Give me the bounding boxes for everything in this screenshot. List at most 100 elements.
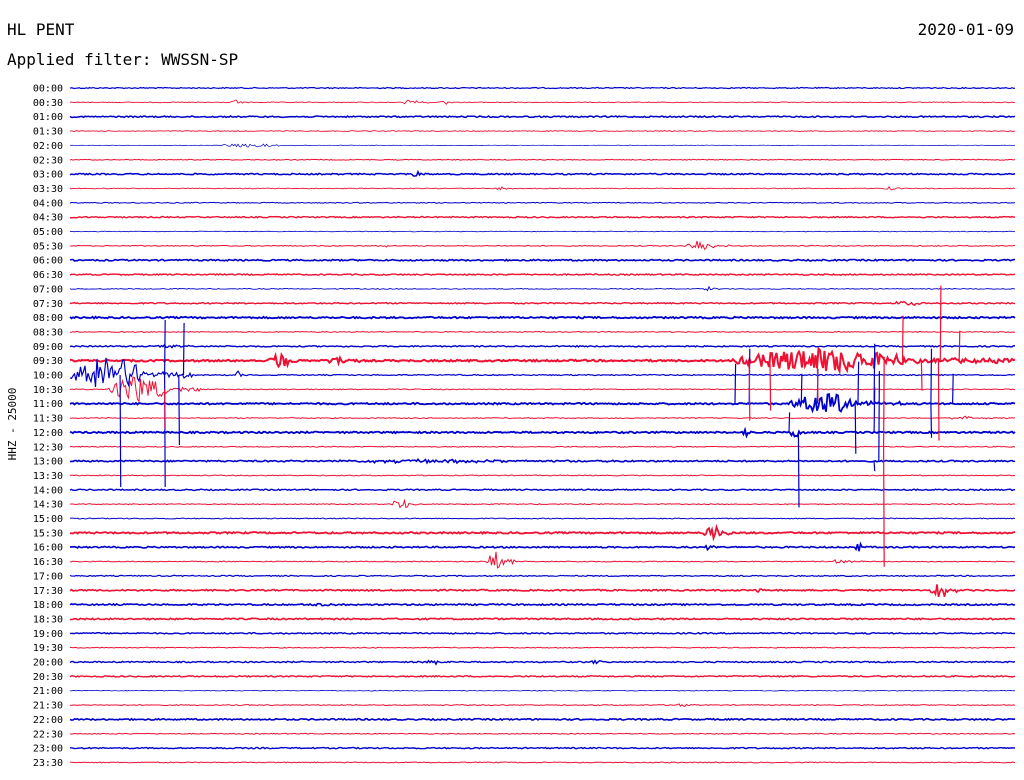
- trace-line: [69, 285, 1016, 292]
- time-tick-label: 22:00: [33, 715, 63, 726]
- trace-spike: [878, 371, 881, 462]
- trace-spike: [797, 432, 800, 508]
- trace-line: [69, 541, 1016, 552]
- trace-line: [69, 115, 1016, 119]
- time-tick-label: 06:00: [33, 256, 63, 267]
- time-tick-label: 15:30: [33, 528, 63, 539]
- trace-line: [69, 703, 1016, 707]
- time-tick-label: 10:30: [33, 385, 63, 396]
- trace-line: [69, 258, 1016, 262]
- trace-line: [69, 393, 1016, 414]
- trace-line: [69, 445, 1016, 448]
- trace-line: [69, 458, 1016, 465]
- trace-line: [69, 732, 1016, 735]
- trace-line: [69, 143, 1016, 148]
- time-tick-label: 04:30: [33, 213, 63, 224]
- time-tick-label: 07:00: [33, 284, 63, 295]
- trace-line: [69, 315, 1016, 320]
- time-tick-label: 14:00: [33, 485, 63, 496]
- trace-line: [69, 130, 1016, 132]
- trace-line: [69, 584, 1016, 598]
- time-tick-label: 19:30: [33, 643, 63, 654]
- time-tick-label: 01:30: [33, 127, 63, 138]
- time-tick-label: 05:00: [33, 227, 63, 238]
- time-tick-label: 02:30: [33, 155, 63, 166]
- time-tick-label: 22:30: [33, 729, 63, 740]
- time-tick-label: 23:30: [33, 758, 63, 769]
- time-tick-label: 21:30: [33, 701, 63, 712]
- trace-line: [69, 674, 1016, 678]
- trace-line: [69, 474, 1016, 477]
- time-tick-label: 05:30: [33, 241, 63, 252]
- time-tick-label: 12:30: [33, 442, 63, 453]
- trace-line: [69, 617, 1016, 621]
- time-tick-label: 23:00: [33, 744, 63, 755]
- traces-group: [69, 86, 1016, 764]
- trace-spike: [882, 446, 885, 567]
- trace-spike: [854, 403, 857, 454]
- trace-line: [69, 186, 1016, 191]
- time-tick-label: 10:00: [33, 371, 63, 382]
- time-tick-label: 03:30: [33, 184, 63, 195]
- trace-spike: [939, 285, 942, 361]
- time-tick-label: 11:00: [33, 399, 63, 410]
- trace-line: [69, 201, 1016, 204]
- trace-line: [69, 343, 1016, 349]
- trace-line: [69, 86, 1016, 90]
- time-tick-label: 20:00: [33, 658, 63, 669]
- trace-spike: [882, 356, 885, 447]
- y-axis-label: HHZ - 25000: [6, 388, 19, 461]
- trace-line: [69, 574, 1016, 578]
- trace-line: [69, 346, 1016, 375]
- trace-line: [69, 517, 1016, 520]
- trace-spike: [930, 348, 933, 404]
- time-tick-label: 00:00: [33, 84, 63, 95]
- trace-spike: [816, 360, 819, 401]
- trace-spike: [748, 360, 751, 421]
- time-tick-label: 08:30: [33, 327, 63, 338]
- time-tick-label: 02:00: [33, 141, 63, 152]
- trace-line: [69, 717, 1016, 722]
- time-tick-label: 12:00: [33, 428, 63, 439]
- trace-spike: [788, 412, 791, 433]
- helicorder-plot: 00:00 00:30 01:00 01:30 02:00 02:30 03:00 03:30…: [6, 84, 1016, 769]
- time-tick-label: 13:00: [33, 457, 63, 468]
- trace-spike: [952, 373, 954, 404]
- trace-spike: [182, 322, 185, 376]
- time-tick-label: 09:00: [33, 342, 63, 353]
- trace-spike: [800, 373, 803, 404]
- time-tick-label: 18:00: [33, 600, 63, 611]
- time-tick-label: 13:30: [33, 471, 63, 482]
- time-tick-label: 20:30: [33, 672, 63, 683]
- trace-spike: [930, 403, 933, 438]
- trace-spike: [119, 374, 122, 488]
- trace-line: [69, 426, 1016, 439]
- time-tick-label: 03:00: [33, 170, 63, 181]
- trace-spike: [164, 319, 166, 376]
- time-tick-label: 16:00: [33, 543, 63, 554]
- trace-line: [69, 415, 1016, 420]
- trace-line: [69, 273, 1016, 276]
- trace-spike: [873, 461, 876, 472]
- trace-spike: [178, 374, 180, 446]
- trace-line: [69, 230, 1016, 233]
- trace-spike: [901, 315, 904, 361]
- time-tick-label: 08:00: [33, 313, 63, 324]
- time-tick-label: 09:30: [33, 356, 63, 367]
- time-tick-label: 14:30: [33, 500, 63, 511]
- trace-spike: [937, 360, 940, 441]
- time-tick-label: 11:30: [33, 414, 63, 425]
- time-tick-label: 07:30: [33, 299, 63, 310]
- trace-line: [69, 488, 1016, 492]
- time-tick-label: 18:30: [33, 614, 63, 625]
- trace-line: [69, 602, 1016, 607]
- trace-line: [69, 659, 1016, 666]
- trace-line: [69, 300, 1016, 306]
- trace-line: [69, 498, 1016, 509]
- time-tick-label: 06:30: [33, 270, 63, 281]
- trace-spike: [857, 361, 860, 404]
- trace-spike: [958, 330, 961, 361]
- trace-line: [69, 330, 1016, 333]
- trace-line: [69, 240, 1016, 251]
- time-tick-label: 19:00: [33, 629, 63, 640]
